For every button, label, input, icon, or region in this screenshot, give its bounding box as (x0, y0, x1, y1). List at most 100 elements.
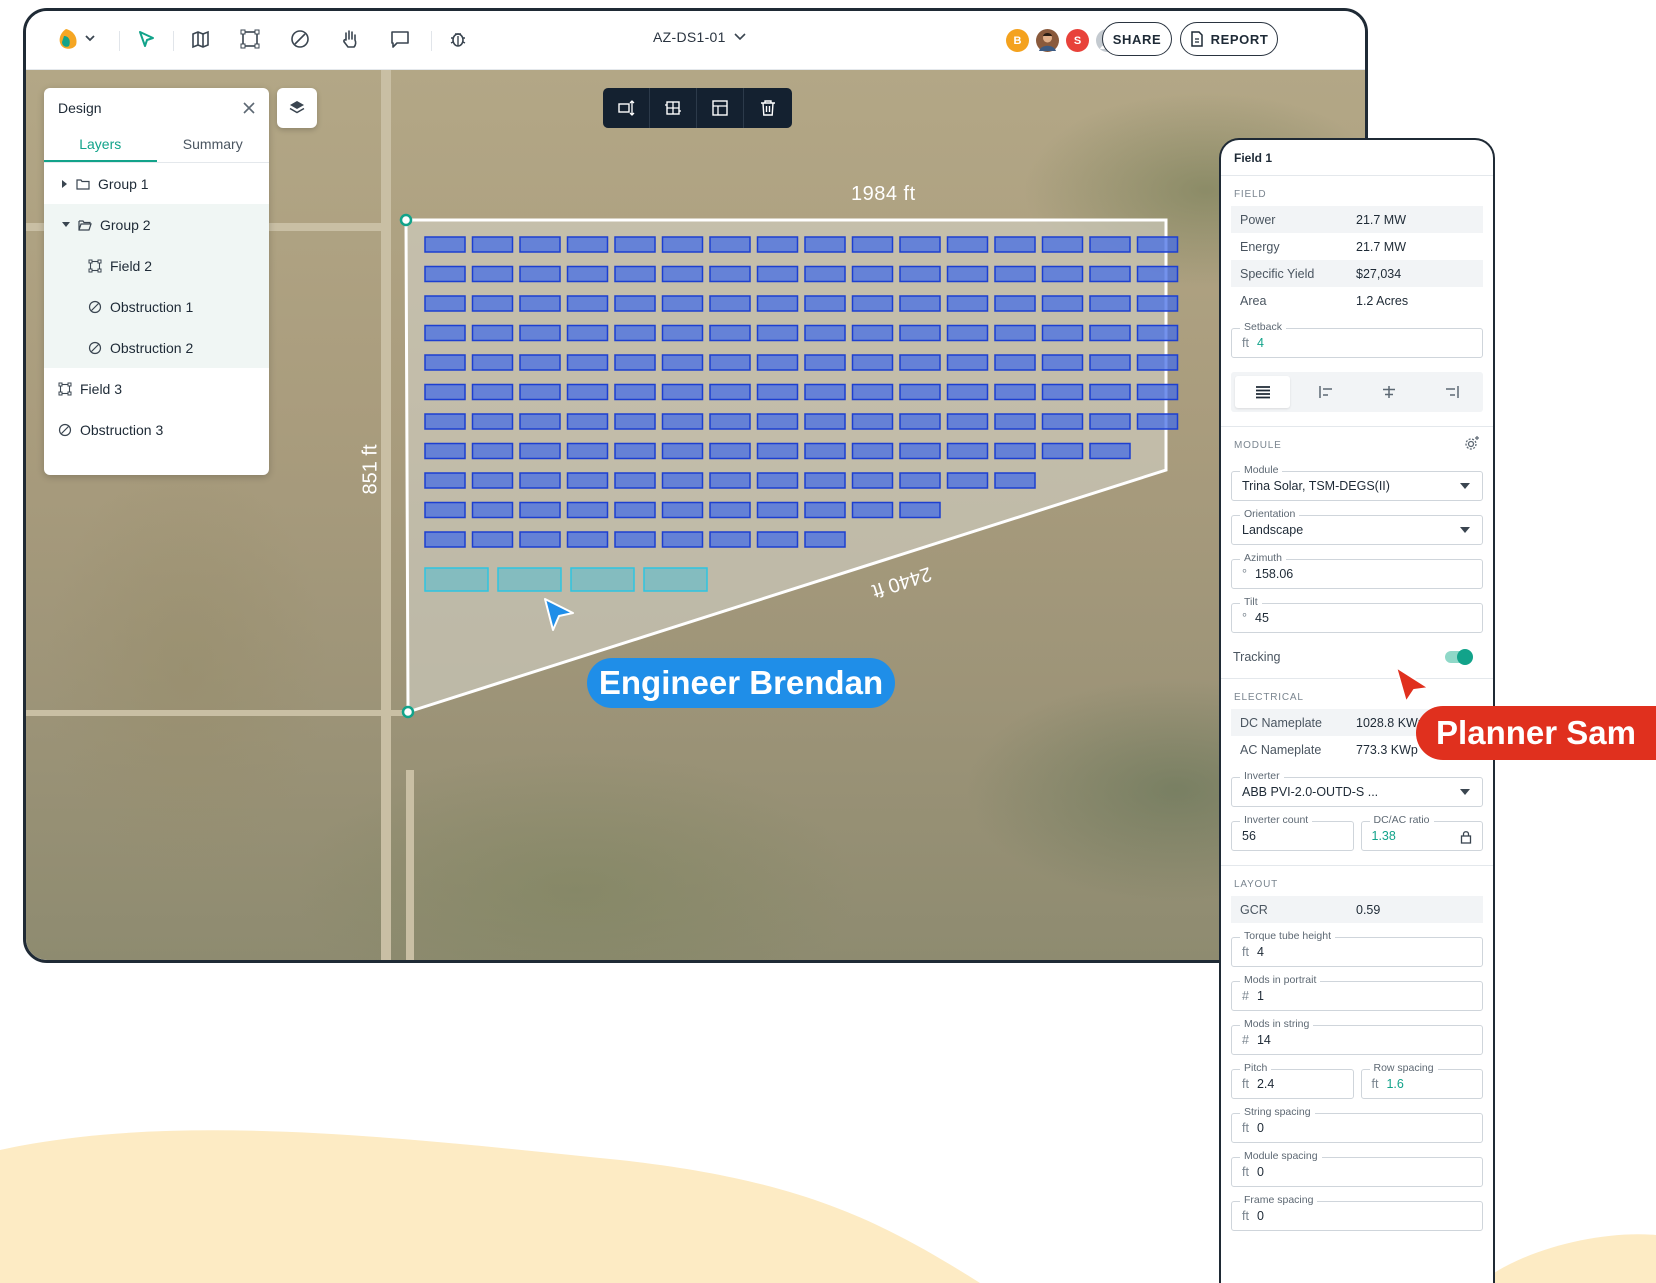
solar-panel[interactable] (566, 501, 609, 519)
solar-panel[interactable] (661, 295, 704, 312)
solar-panel[interactable] (566, 265, 609, 283)
solar-panel[interactable] (1041, 295, 1084, 312)
solar-panel[interactable] (1136, 383, 1179, 401)
solar-panel[interactable] (994, 236, 1036, 253)
solar-panel[interactable] (756, 413, 799, 430)
solar-panel[interactable] (566, 236, 609, 253)
solar-panel[interactable] (756, 472, 799, 489)
solar-panel[interactable] (899, 324, 941, 342)
solar-panel[interactable] (1041, 324, 1084, 342)
comment-tool-icon[interactable] (386, 25, 414, 53)
solar-panel[interactable] (899, 354, 941, 371)
solar-panel[interactable] (1041, 383, 1084, 401)
solar-panel[interactable] (471, 442, 514, 460)
solar-panel[interactable] (709, 413, 751, 430)
solar-panel[interactable] (424, 265, 466, 283)
solar-panel[interactable] (709, 236, 751, 253)
layer-obstruction-1[interactable]: Obstruction 1 (44, 286, 269, 327)
solar-panel[interactable] (471, 531, 514, 548)
tab-layers[interactable]: Layers (44, 128, 157, 162)
select-tool-icon[interactable] (132, 25, 160, 53)
solar-panel[interactable] (661, 413, 704, 430)
solar-panel[interactable] (851, 354, 894, 371)
solar-panel[interactable] (424, 413, 466, 430)
delete-icon[interactable] (744, 88, 791, 128)
solar-panel[interactable] (709, 501, 751, 519)
bug-tool-icon[interactable] (444, 25, 472, 53)
solar-panel[interactable] (756, 501, 799, 519)
lock-icon[interactable] (1460, 830, 1472, 844)
solar-panel[interactable] (946, 442, 989, 460)
tracking-toggle[interactable] (1445, 648, 1473, 665)
resize-tool-icon[interactable] (603, 88, 650, 128)
solar-panel[interactable] (851, 383, 894, 401)
inverter-count-field[interactable]: Inverter count 56 (1231, 814, 1354, 851)
solar-panel[interactable] (946, 354, 989, 371)
solar-panel[interactable] (661, 354, 704, 371)
solar-panel[interactable] (756, 236, 799, 253)
solar-panel[interactable] (1089, 295, 1131, 312)
layer-obstruction-2[interactable]: Obstruction 2 (44, 327, 269, 368)
string-spacing-field[interactable]: String spacing ft 0 (1231, 1106, 1483, 1143)
solar-panel[interactable] (1041, 236, 1084, 253)
solar-panel[interactable] (519, 413, 561, 430)
solar-panel[interactable] (946, 236, 989, 253)
solar-panel[interactable] (1089, 442, 1131, 460)
pending-solar-panel[interactable] (570, 567, 635, 592)
solar-panel[interactable] (424, 295, 466, 312)
solar-panel[interactable] (1041, 442, 1084, 460)
solar-panel[interactable] (614, 383, 656, 401)
solar-panel[interactable] (519, 472, 561, 489)
field-boundary[interactable] (404, 218, 1168, 715)
solar-panel[interactable] (424, 472, 466, 489)
solar-panel[interactable] (1136, 413, 1179, 430)
solar-panel[interactable] (519, 531, 561, 548)
pending-solar-panel[interactable] (497, 567, 562, 592)
share-button[interactable]: SHARE (1102, 22, 1172, 56)
align-right-icon[interactable] (1424, 376, 1479, 408)
solar-panel[interactable] (424, 236, 466, 253)
solar-panel[interactable] (1041, 265, 1084, 283)
solar-panel[interactable] (614, 324, 656, 342)
solar-panel[interactable] (709, 295, 751, 312)
solar-panel[interactable] (804, 265, 846, 283)
layers-toggle-button[interactable] (277, 88, 317, 128)
solar-panel[interactable] (994, 324, 1036, 342)
solar-panel[interactable] (994, 295, 1036, 312)
solar-panel[interactable] (661, 265, 704, 283)
mods-in-string-field[interactable]: Mods in string # 14 (1231, 1018, 1483, 1055)
solar-panel[interactable] (899, 236, 941, 253)
solar-panel[interactable] (709, 354, 751, 371)
vertex-handle[interactable] (399, 213, 413, 227)
solar-panel[interactable] (804, 295, 846, 312)
pending-solar-panel[interactable] (643, 567, 708, 592)
solar-panel[interactable] (709, 442, 751, 460)
solar-panel[interactable] (709, 531, 751, 548)
solar-panel[interactable] (851, 295, 894, 312)
logo-menu[interactable] (54, 25, 98, 53)
solar-panel[interactable] (994, 472, 1036, 489)
solar-panel[interactable] (519, 236, 561, 253)
mods-in-portrait-field[interactable]: Mods in portrait # 1 (1231, 974, 1483, 1011)
solar-panel[interactable] (424, 383, 466, 401)
solar-panel[interactable] (1089, 324, 1131, 342)
azimuth-field[interactable]: Azimuth ° 158.06 (1231, 552, 1483, 589)
solar-panel[interactable] (566, 383, 609, 401)
solar-panel[interactable] (661, 442, 704, 460)
solar-panel[interactable] (1089, 354, 1131, 371)
solar-panel[interactable] (756, 442, 799, 460)
solar-panel[interactable] (519, 354, 561, 371)
solar-panel[interactable] (661, 324, 704, 342)
avatar[interactable]: B (1006, 29, 1029, 52)
solar-panel[interactable] (1041, 354, 1084, 371)
solar-panel[interactable] (614, 265, 656, 283)
solar-panel[interactable] (946, 413, 989, 430)
solar-panel[interactable] (471, 413, 514, 430)
solar-panel[interactable] (614, 501, 656, 519)
solar-panel[interactable] (614, 442, 656, 460)
solar-panel[interactable] (566, 295, 609, 312)
pitch-field[interactable]: Pitch ft 2.4 (1231, 1062, 1354, 1099)
solar-panel[interactable] (614, 295, 656, 312)
solar-panel[interactable] (899, 472, 941, 489)
tab-summary[interactable]: Summary (157, 128, 270, 162)
